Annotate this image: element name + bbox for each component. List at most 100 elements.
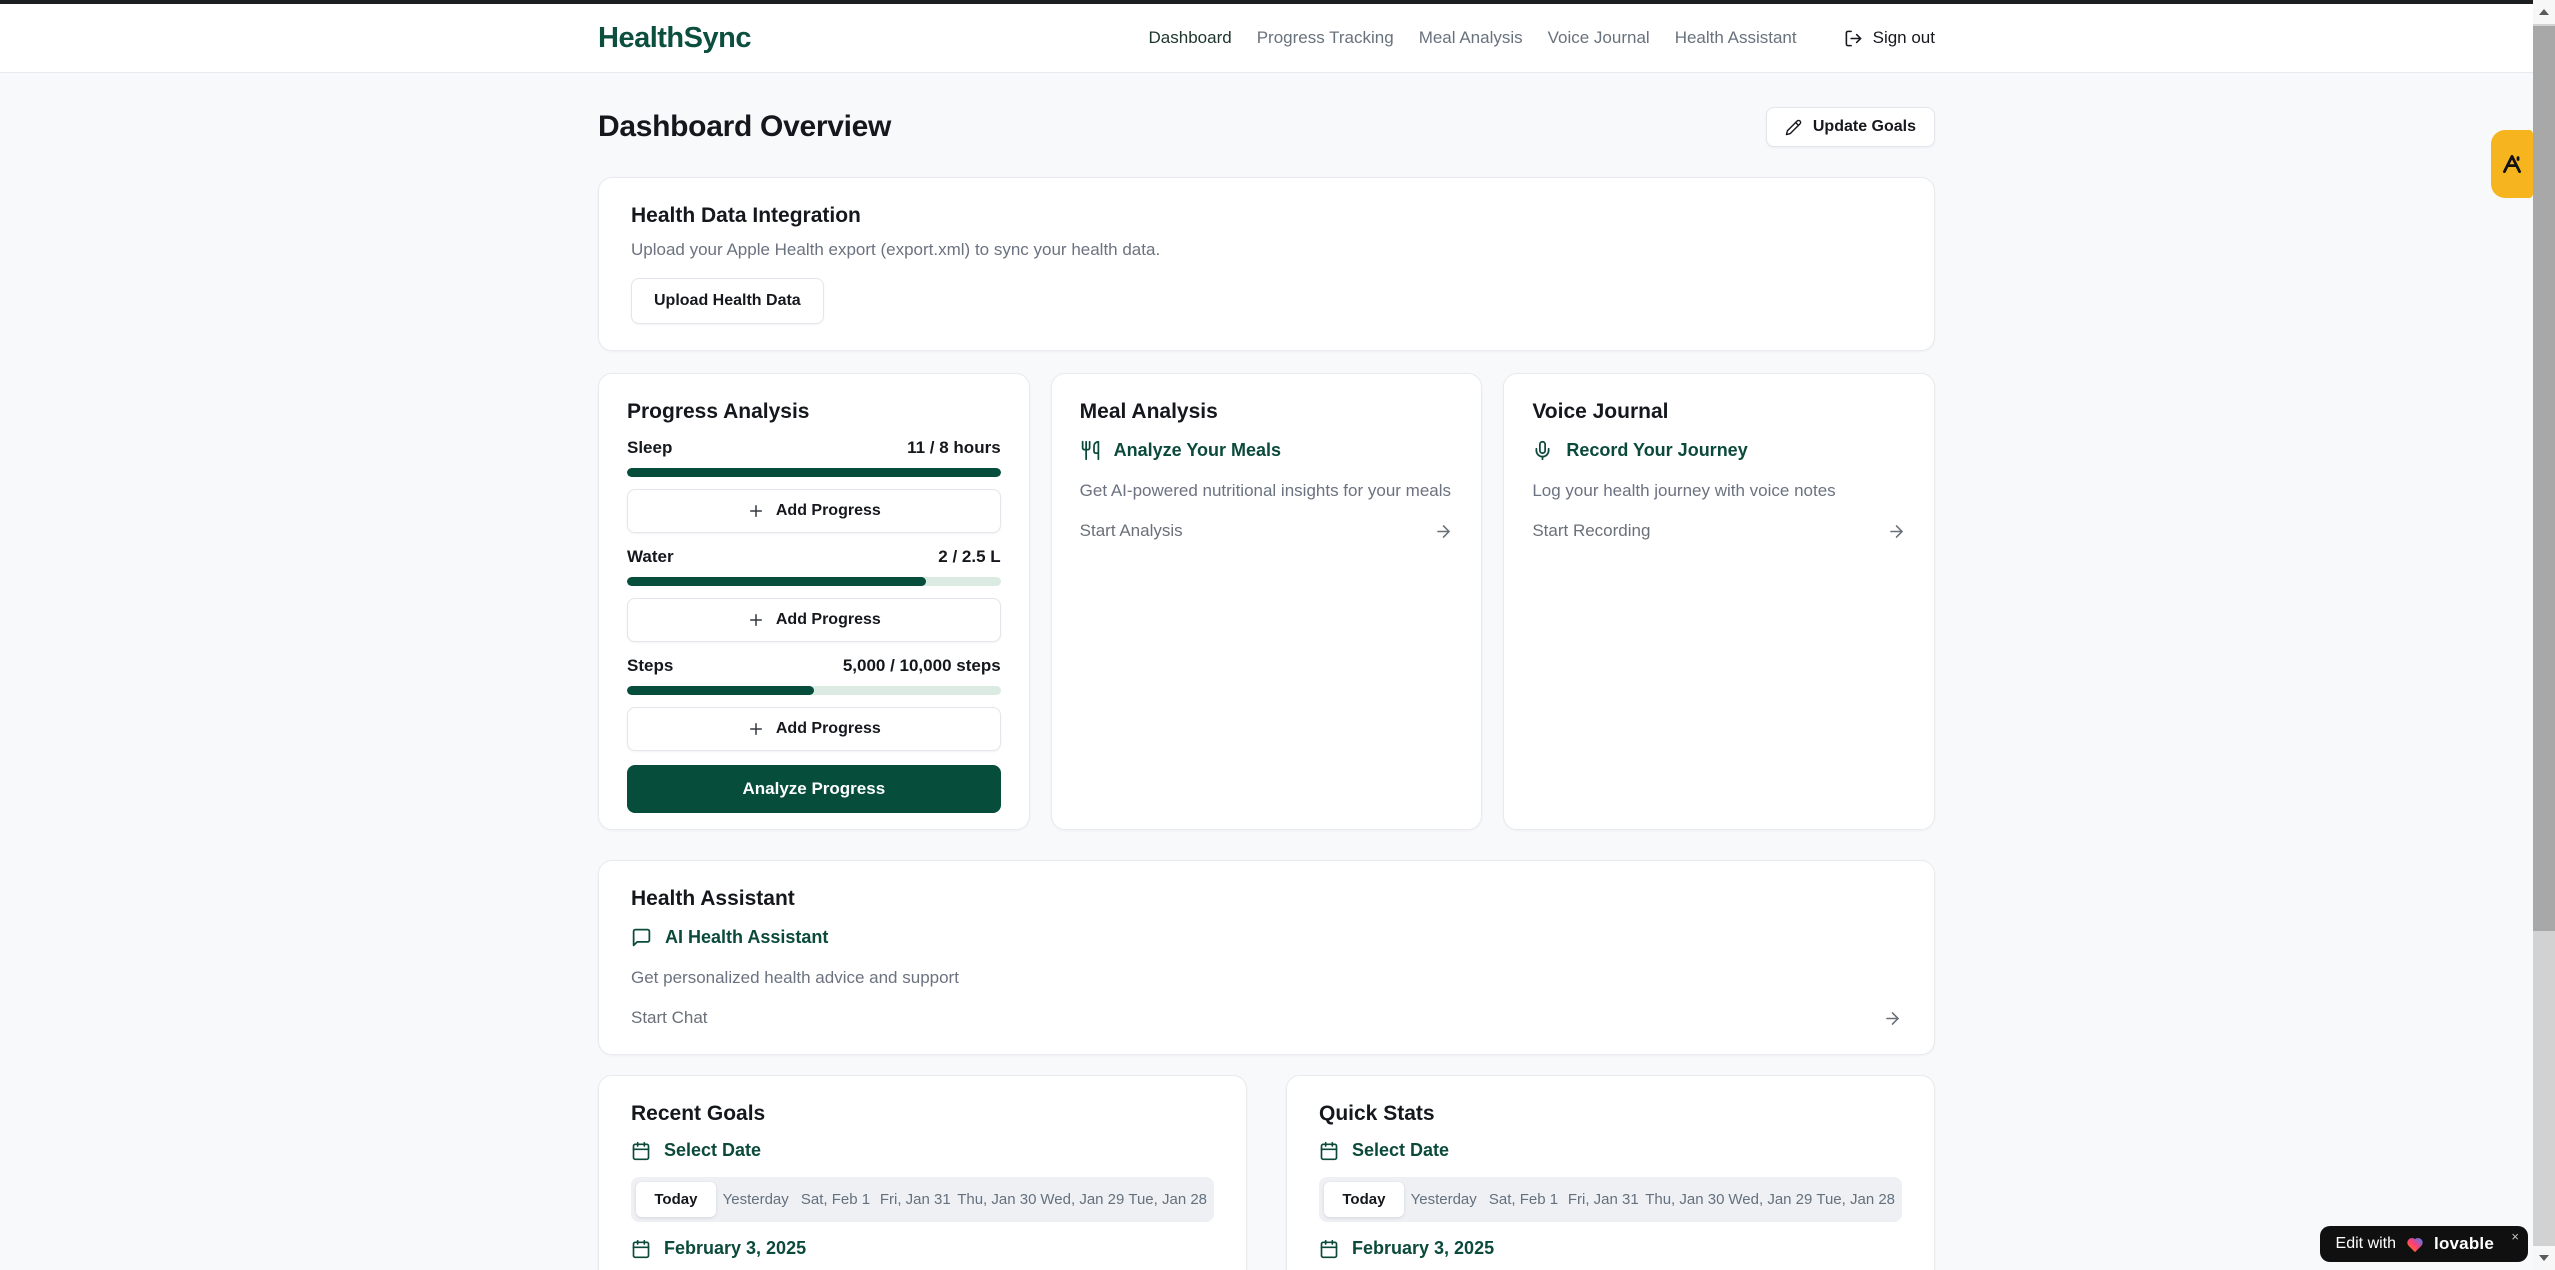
add-progress-water-button[interactable]: Add Progress (627, 598, 1001, 642)
nav-health-assistant[interactable]: Health Assistant (1675, 28, 1797, 48)
metric-steps-progress-fill (627, 686, 814, 695)
add-progress-steps-button[interactable]: Add Progress (627, 707, 1001, 751)
meal-analysis-description: Get AI-powered nutritional insights for … (1080, 481, 1454, 501)
edit-with-lovable-badge[interactable]: Edit with lovable × (2320, 1226, 2528, 1262)
health-assistant-card: Health Assistant AI Health Assistant Get… (598, 860, 1935, 1055)
extension-floating-button[interactable] (2491, 130, 2533, 198)
metric-steps-label: Steps (627, 656, 673, 676)
chat-bubble-icon (631, 927, 652, 948)
tab-sat-feb-1[interactable]: Sat, Feb 1 (796, 1182, 876, 1217)
tab-fri-jan-31[interactable]: Fri, Jan 31 (875, 1182, 955, 1217)
quick-stats-card: Quick Stats Select Date Today Yesterday … (1286, 1075, 1935, 1270)
voice-journal-card: Voice Journal Record Your Journey Log yo… (1503, 373, 1935, 830)
metric-sleep: Sleep 11 / 8 hours Add Progress (627, 438, 1001, 533)
plus-icon (747, 502, 765, 520)
logout-icon (1844, 29, 1863, 48)
arrow-right-icon (1887, 522, 1906, 541)
tab-tue-jan-28[interactable]: Tue, Jan 28 (1126, 1182, 1209, 1217)
meal-analysis-title: Meal Analysis (1080, 400, 1454, 424)
recent-goals-selected-date[interactable]: February 3, 2025 (631, 1238, 1214, 1259)
metric-steps-value: 5,000 / 10,000 steps (843, 656, 1001, 676)
tab-wed-jan-29[interactable]: Wed, Jan 29 (1038, 1182, 1126, 1217)
page-title: Dashboard Overview (598, 110, 891, 144)
tab-today[interactable]: Today (636, 1182, 716, 1217)
integration-title: Health Data Integration (631, 204, 1902, 228)
analyze-your-meals-link[interactable]: Analyze Your Meals (1080, 440, 1454, 461)
tab-thu-jan-30[interactable]: Thu, Jan 30 (1643, 1182, 1726, 1217)
plus-icon (747, 611, 765, 629)
add-progress-label: Add Progress (776, 502, 881, 520)
metric-sleep-label: Sleep (627, 438, 672, 458)
ai-health-assistant-label: AI Health Assistant (665, 927, 828, 948)
tab-today[interactable]: Today (1324, 1182, 1404, 1217)
quick-stats-date-tabs: Today Yesterday Sat, Feb 1 Fri, Jan 31 T… (1319, 1177, 1902, 1222)
recent-goals-card: Recent Goals Select Date Today Yesterday… (598, 1075, 1247, 1270)
progress-analysis-card: Progress Analysis Sleep 11 / 8 hours Add… (598, 373, 1030, 830)
record-your-journey-link[interactable]: Record Your Journey (1532, 440, 1906, 461)
selected-date-label: February 3, 2025 (664, 1238, 806, 1259)
voice-journal-title: Voice Journal (1532, 400, 1906, 424)
extension-logo-icon (2499, 151, 2525, 177)
analyze-progress-button[interactable]: Analyze Progress (627, 765, 1001, 813)
badge-brand: lovable (2434, 1234, 2494, 1254)
scrollbar-up-button[interactable] (2533, 0, 2555, 24)
record-your-journey-label: Record Your Journey (1566, 440, 1747, 461)
badge-prefix: Edit with (2336, 1235, 2396, 1253)
sign-out-label: Sign out (1873, 28, 1935, 48)
recent-goals-select-date[interactable]: Select Date (631, 1140, 1214, 1161)
update-goals-button[interactable]: Update Goals (1766, 107, 1935, 147)
microphone-icon (1532, 440, 1553, 461)
health-assistant-description: Get personalized health advice and suppo… (631, 968, 1902, 988)
tab-tue-jan-28[interactable]: Tue, Jan 28 (1814, 1182, 1897, 1217)
window-top-strip (0, 0, 2533, 4)
add-progress-label: Add Progress (776, 611, 881, 629)
update-goals-label: Update Goals (1813, 118, 1916, 136)
start-recording-label: Start Recording (1532, 521, 1650, 541)
plus-icon (747, 720, 765, 738)
metric-sleep-progressbar (627, 468, 1001, 477)
recent-goals-date-tabs: Today Yesterday Sat, Feb 1 Fri, Jan 31 T… (631, 1177, 1214, 1222)
tab-sat-feb-1[interactable]: Sat, Feb 1 (1484, 1182, 1564, 1217)
sign-out-button[interactable]: Sign out (1844, 28, 1935, 48)
start-recording-action[interactable]: Start Recording (1532, 521, 1906, 541)
brand-logo[interactable]: HealthSync (598, 22, 751, 55)
nav-meal-analysis[interactable]: Meal Analysis (1419, 28, 1523, 48)
metric-sleep-value: 11 / 8 hours (907, 438, 1001, 458)
start-analysis-action[interactable]: Start Analysis (1080, 521, 1454, 541)
tab-wed-jan-29[interactable]: Wed, Jan 29 (1726, 1182, 1814, 1217)
tab-yesterday[interactable]: Yesterday (716, 1182, 796, 1217)
metric-water-label: Water (627, 547, 674, 567)
calendar-icon (1319, 1239, 1339, 1259)
select-date-label: Select Date (664, 1140, 761, 1161)
voice-journal-description: Log your health journey with voice notes (1532, 481, 1906, 501)
badge-close-icon[interactable]: × (2511, 1229, 2519, 1244)
selected-date-label: February 3, 2025 (1352, 1238, 1494, 1259)
nav-dashboard[interactable]: Dashboard (1149, 28, 1232, 48)
tab-thu-jan-30[interactable]: Thu, Jan 30 (955, 1182, 1038, 1217)
metric-water-progress-fill (627, 577, 926, 586)
start-chat-label: Start Chat (631, 1008, 708, 1028)
nav-progress-tracking[interactable]: Progress Tracking (1257, 28, 1394, 48)
top-nav: HealthSync Dashboard Progress Tracking M… (0, 4, 2533, 73)
quick-stats-title: Quick Stats (1319, 1102, 1902, 1126)
upload-health-data-button[interactable]: Upload Health Data (631, 278, 824, 324)
scrollbar-thumb[interactable] (2533, 26, 2555, 931)
calendar-icon (631, 1239, 651, 1259)
quick-stats-selected-date[interactable]: February 3, 2025 (1319, 1238, 1902, 1259)
scrollbar[interactable] (2533, 0, 2555, 1270)
pencil-icon (1785, 119, 1802, 136)
arrow-right-icon (1883, 1009, 1902, 1028)
main-nav: Dashboard Progress Tracking Meal Analysi… (1149, 28, 1935, 48)
add-progress-label: Add Progress (776, 720, 881, 738)
tab-yesterday[interactable]: Yesterday (1404, 1182, 1484, 1217)
start-chat-action[interactable]: Start Chat (631, 1008, 1902, 1028)
ai-health-assistant-link[interactable]: AI Health Assistant (631, 927, 1902, 948)
quick-stats-select-date[interactable]: Select Date (1319, 1140, 1902, 1161)
metric-steps-progressbar (627, 686, 1001, 695)
scrollbar-down-button[interactable] (2533, 1246, 2555, 1270)
nav-voice-journal[interactable]: Voice Journal (1548, 28, 1650, 48)
app-viewport: HealthSync Dashboard Progress Tracking M… (0, 4, 2533, 1270)
tab-fri-jan-31[interactable]: Fri, Jan 31 (1563, 1182, 1643, 1217)
meal-analysis-card: Meal Analysis Analyze Your Meals Get AI-… (1051, 373, 1483, 830)
add-progress-sleep-button[interactable]: Add Progress (627, 489, 1001, 533)
